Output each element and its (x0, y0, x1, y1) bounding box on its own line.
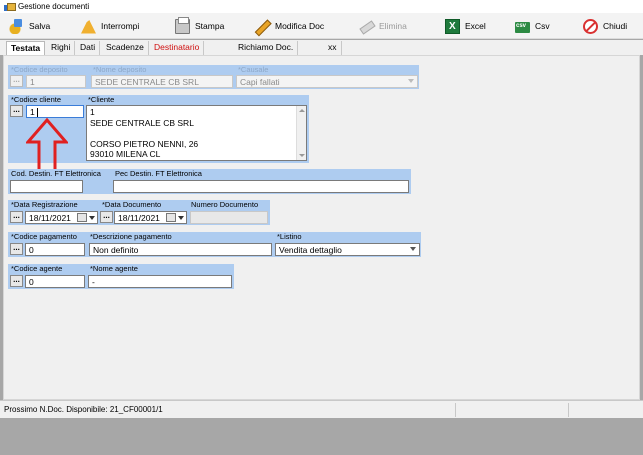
excel-icon (445, 18, 460, 34)
toolbar: Salva Interrompi Stampa Modifica Doc Eli… (0, 13, 643, 39)
save-label: Salva (29, 21, 51, 31)
codice-pagamento-label: *Codice pagamento (9, 232, 87, 242)
tab-richiamo-doc[interactable]: Richiamo Doc. (234, 41, 299, 55)
data-documento-picker[interactable]: 18/11/2021 (114, 211, 187, 224)
cod-destin-label: Cod. Destin. FT Elettronica (9, 169, 113, 179)
codice-cliente-label: *Codice cliente (9, 95, 84, 105)
cliente-label: *Cliente (86, 95, 206, 105)
stop-button[interactable]: Interrompi (78, 15, 142, 37)
codice-cliente-lookup-button[interactable]: ... (10, 105, 23, 117)
calendar-icon[interactable] (77, 213, 87, 222)
listino-select[interactable]: Vendita dettaglio (275, 243, 420, 256)
listino-value: Vendita dettaglio (279, 245, 342, 255)
cliente-line-3 (90, 128, 303, 139)
codice-agente-field[interactable]: 0 (25, 275, 85, 288)
nome-deposito-field[interactable]: SEDE CENTRALE CB SRL (91, 75, 233, 88)
pec-destin-label: Pec Destin. FT Elettronica (113, 169, 313, 179)
cliente-line-4: CORSO PIETRO NENNI, 26 (90, 138, 199, 149)
tab-xx[interactable]: xx (324, 41, 342, 55)
cliente-line-1: 1 (90, 107, 95, 117)
stop-icon (81, 18, 96, 34)
codice-agente-lookup-button[interactable]: ... (10, 275, 23, 287)
scroll-down-icon[interactable] (299, 154, 305, 157)
pec-destin-field[interactable] (113, 180, 409, 193)
data-registrazione-button[interactable]: ... (10, 211, 23, 223)
numero-documento-label: Numero Documento (189, 200, 269, 210)
status-bar: Prossimo N.Doc. Disponibile: 21_CF00001/… (0, 400, 643, 418)
listino-label: *Listino (275, 232, 415, 242)
text-caret (37, 108, 38, 117)
codice-deposito-lookup-button[interactable]: ... (10, 75, 23, 87)
edit-label: Modifica Doc (275, 21, 325, 31)
window-title: Gestione documenti (18, 2, 90, 11)
nome-agente-label: *Nome agente (88, 264, 228, 274)
codice-cliente-value: 1 (30, 107, 35, 117)
chevron-down-icon (408, 79, 414, 83)
testata-panel: *Codice deposito *Nome deposito *Causale… (3, 55, 640, 400)
scroll-up-icon[interactable] (299, 109, 305, 112)
delete-label: Elimina (379, 21, 407, 31)
stop-label: Interrompi (101, 21, 140, 31)
background-area (0, 418, 643, 455)
cliente-line-2: SEDE CENTRALE CB SRL (90, 117, 194, 128)
codice-pagamento-field[interactable]: 0 (25, 243, 85, 256)
tab-righi[interactable]: Righi (47, 41, 76, 55)
app-icon (4, 2, 16, 11)
data-documento-value: 18/11/2021 (118, 213, 160, 223)
tab-dati[interactable]: Dati (76, 41, 101, 55)
data-registrazione-picker[interactable]: 18/11/2021 (25, 211, 98, 224)
cliente-line-5: 93010 MILENA CL (90, 149, 161, 159)
csv-icon (515, 22, 530, 33)
descrizione-pagamento-label: *Descrizione pagamento (88, 232, 273, 242)
print-button[interactable]: Stampa (172, 15, 227, 37)
status-separator (568, 403, 569, 417)
causale-value: Capi fallati (240, 77, 280, 87)
cliente-memo[interactable]: 1 SEDE CENTRALE CB SRL CORSO PIETRO NENN… (86, 105, 307, 161)
save-button[interactable]: Salva (6, 15, 53, 37)
edit-doc-button[interactable]: Modifica Doc (252, 15, 327, 37)
tab-testata[interactable]: Testata (6, 41, 46, 55)
delete-button[interactable]: Elimina (356, 15, 410, 37)
data-documento-label: *Data Documento (100, 200, 188, 210)
nome-agente-field[interactable]: - (88, 275, 232, 288)
close-label: Chiudi (603, 21, 628, 31)
codice-pagamento-lookup-button[interactable]: ... (10, 243, 23, 255)
chevron-down-icon[interactable] (89, 216, 95, 220)
save-icon (9, 18, 24, 34)
data-registrazione-label: *Data Registrazione (9, 200, 99, 210)
data-registrazione-value: 18/11/2021 (29, 213, 71, 223)
status-text: Prossimo N.Doc. Disponibile: 21_CF00001/… (4, 405, 163, 414)
calendar-icon[interactable] (166, 213, 176, 222)
chevron-down-icon (410, 247, 416, 251)
numero-documento-field[interactable] (190, 211, 268, 224)
chevron-down-icon[interactable] (178, 216, 184, 220)
excel-label: Excel (465, 21, 486, 31)
csv-label: Csv (535, 21, 550, 31)
descrizione-pagamento-field[interactable]: Non definito (89, 243, 272, 256)
cod-destin-field[interactable] (10, 180, 83, 193)
status-separator (455, 403, 456, 417)
close-button[interactable]: Chiudi (580, 15, 630, 37)
close-icon (583, 18, 598, 34)
title-bar: Gestione documenti (0, 0, 643, 13)
codice-deposito-field[interactable]: 1 (26, 75, 86, 88)
tab-destinatario[interactable]: Destinatario (150, 41, 205, 55)
cliente-scrollbar[interactable] (296, 106, 306, 160)
causale-select[interactable]: Capi fallati (236, 75, 418, 88)
annotation-arrow (26, 118, 68, 176)
delete-icon (359, 19, 374, 34)
causale-label: *Causale (236, 65, 336, 75)
print-label: Stampa (195, 21, 225, 31)
csv-button[interactable]: Csv (512, 15, 553, 37)
codice-cliente-field[interactable]: 1 (26, 105, 84, 118)
print-icon (175, 16, 190, 34)
tab-bar: Testata Righi Dati Scadenze Destinatario… (0, 40, 643, 55)
excel-button[interactable]: Excel (442, 15, 489, 37)
codice-deposito-label: *Codice deposito (9, 65, 89, 75)
data-documento-button[interactable]: ... (100, 211, 113, 223)
codice-agente-label: *Codice agente (9, 264, 87, 274)
tab-scadenze[interactable]: Scadenze (102, 41, 149, 55)
nome-deposito-label: *Nome deposito (91, 65, 231, 75)
edit-icon (252, 15, 273, 36)
